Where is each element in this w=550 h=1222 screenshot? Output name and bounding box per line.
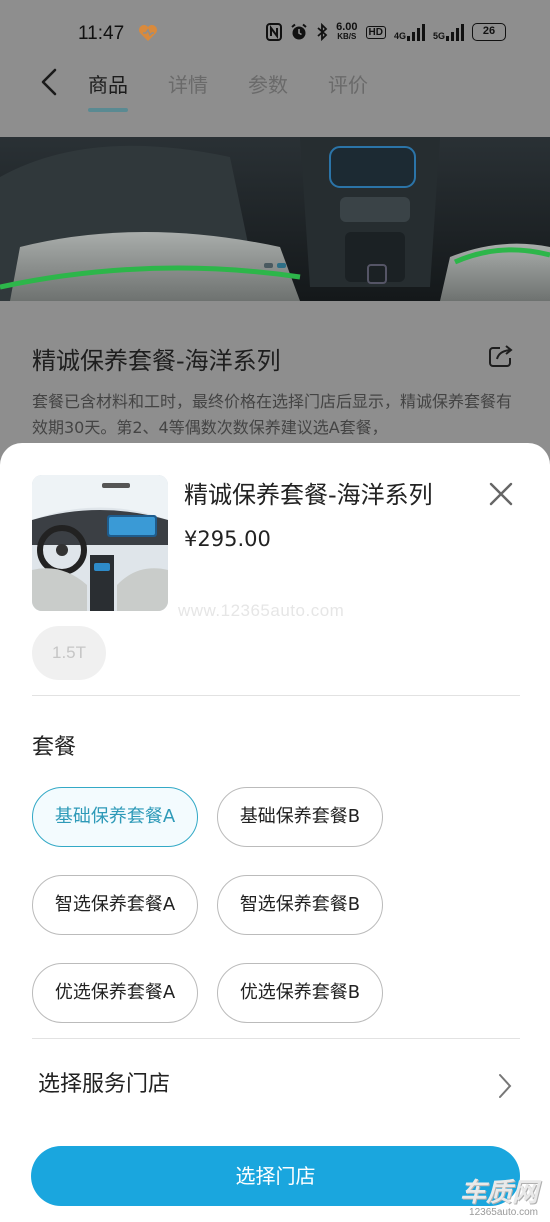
divider xyxy=(32,1038,520,1039)
package-option[interactable]: 优选保养套餐A xyxy=(32,963,198,1023)
alarm-icon xyxy=(291,23,307,40)
signal-bars-icon xyxy=(406,23,425,41)
tab-bar: 商品 详情 参数 评价 xyxy=(88,69,368,113)
product-banner[interactable] xyxy=(0,137,550,301)
bluetooth-icon xyxy=(317,23,328,41)
brand-logo: 车质网 12365auto.com xyxy=(459,1178,538,1218)
network-speed: 6.00 KB/S xyxy=(336,21,358,42)
share-icon[interactable] xyxy=(488,344,514,368)
hd-badge: HD xyxy=(365,25,386,39)
product-description: 套餐已含材料和工时，最终价格在选择门店后显示，精诚保养套餐有效期30天。第2、4… xyxy=(32,392,513,437)
package-section-label: 套餐 xyxy=(32,735,77,760)
divider xyxy=(32,695,520,696)
package-option[interactable]: 智选保养套餐B xyxy=(217,875,383,935)
package-option[interactable]: 智选保养套餐A xyxy=(32,875,198,935)
package-option[interactable]: 基础保养套餐A xyxy=(32,787,198,847)
status-icons: 6.00 KB/S HD 4G 5G 26 xyxy=(266,22,506,42)
package-option[interactable]: 优选保养套餐B xyxy=(217,963,383,1023)
tab-product[interactable]: 商品 xyxy=(88,69,128,113)
spec-option[interactable]: 1.5T xyxy=(32,626,106,680)
tab-reviews[interactable]: 评价 xyxy=(328,69,368,113)
selection-sheet: 精诚保养套餐-海洋系列 ¥295.00 www.12365auto.com 1.… xyxy=(0,443,550,1222)
chevron-right-icon xyxy=(499,1074,512,1098)
signal-5g: 5G xyxy=(433,23,464,41)
product-thumbnail xyxy=(32,475,168,611)
back-arrow-icon[interactable] xyxy=(38,67,60,97)
signal-4g: 4G xyxy=(394,23,425,41)
package-option[interactable]: 基础保养套餐B xyxy=(217,787,383,847)
watermark: www.12365auto.com xyxy=(178,601,345,620)
product-title: 精诚保养套餐-海洋系列 xyxy=(32,347,281,375)
status-time: 11:47 xyxy=(78,23,125,44)
nfc-icon xyxy=(266,23,283,41)
heart-icon xyxy=(139,25,157,41)
select-store-label: 选择服务门店 xyxy=(38,1072,171,1097)
sheet-product-title: 精诚保养套餐-海洋系列 xyxy=(184,481,433,509)
price: ¥295.00 xyxy=(184,527,271,551)
close-icon[interactable] xyxy=(488,481,514,507)
tab-details[interactable]: 详情 xyxy=(168,69,208,113)
battery-indicator: 26 xyxy=(472,23,506,41)
car-interior-image xyxy=(0,137,550,301)
top-nav: 商品 详情 参数 评价 xyxy=(0,55,550,138)
tab-params[interactable]: 参数 xyxy=(248,69,288,113)
car-dashboard-image xyxy=(32,475,168,611)
carousel-dots xyxy=(264,263,286,268)
select-store-row[interactable]: 选择服务门店 xyxy=(38,1065,516,1105)
signal-bars-icon xyxy=(446,23,464,41)
